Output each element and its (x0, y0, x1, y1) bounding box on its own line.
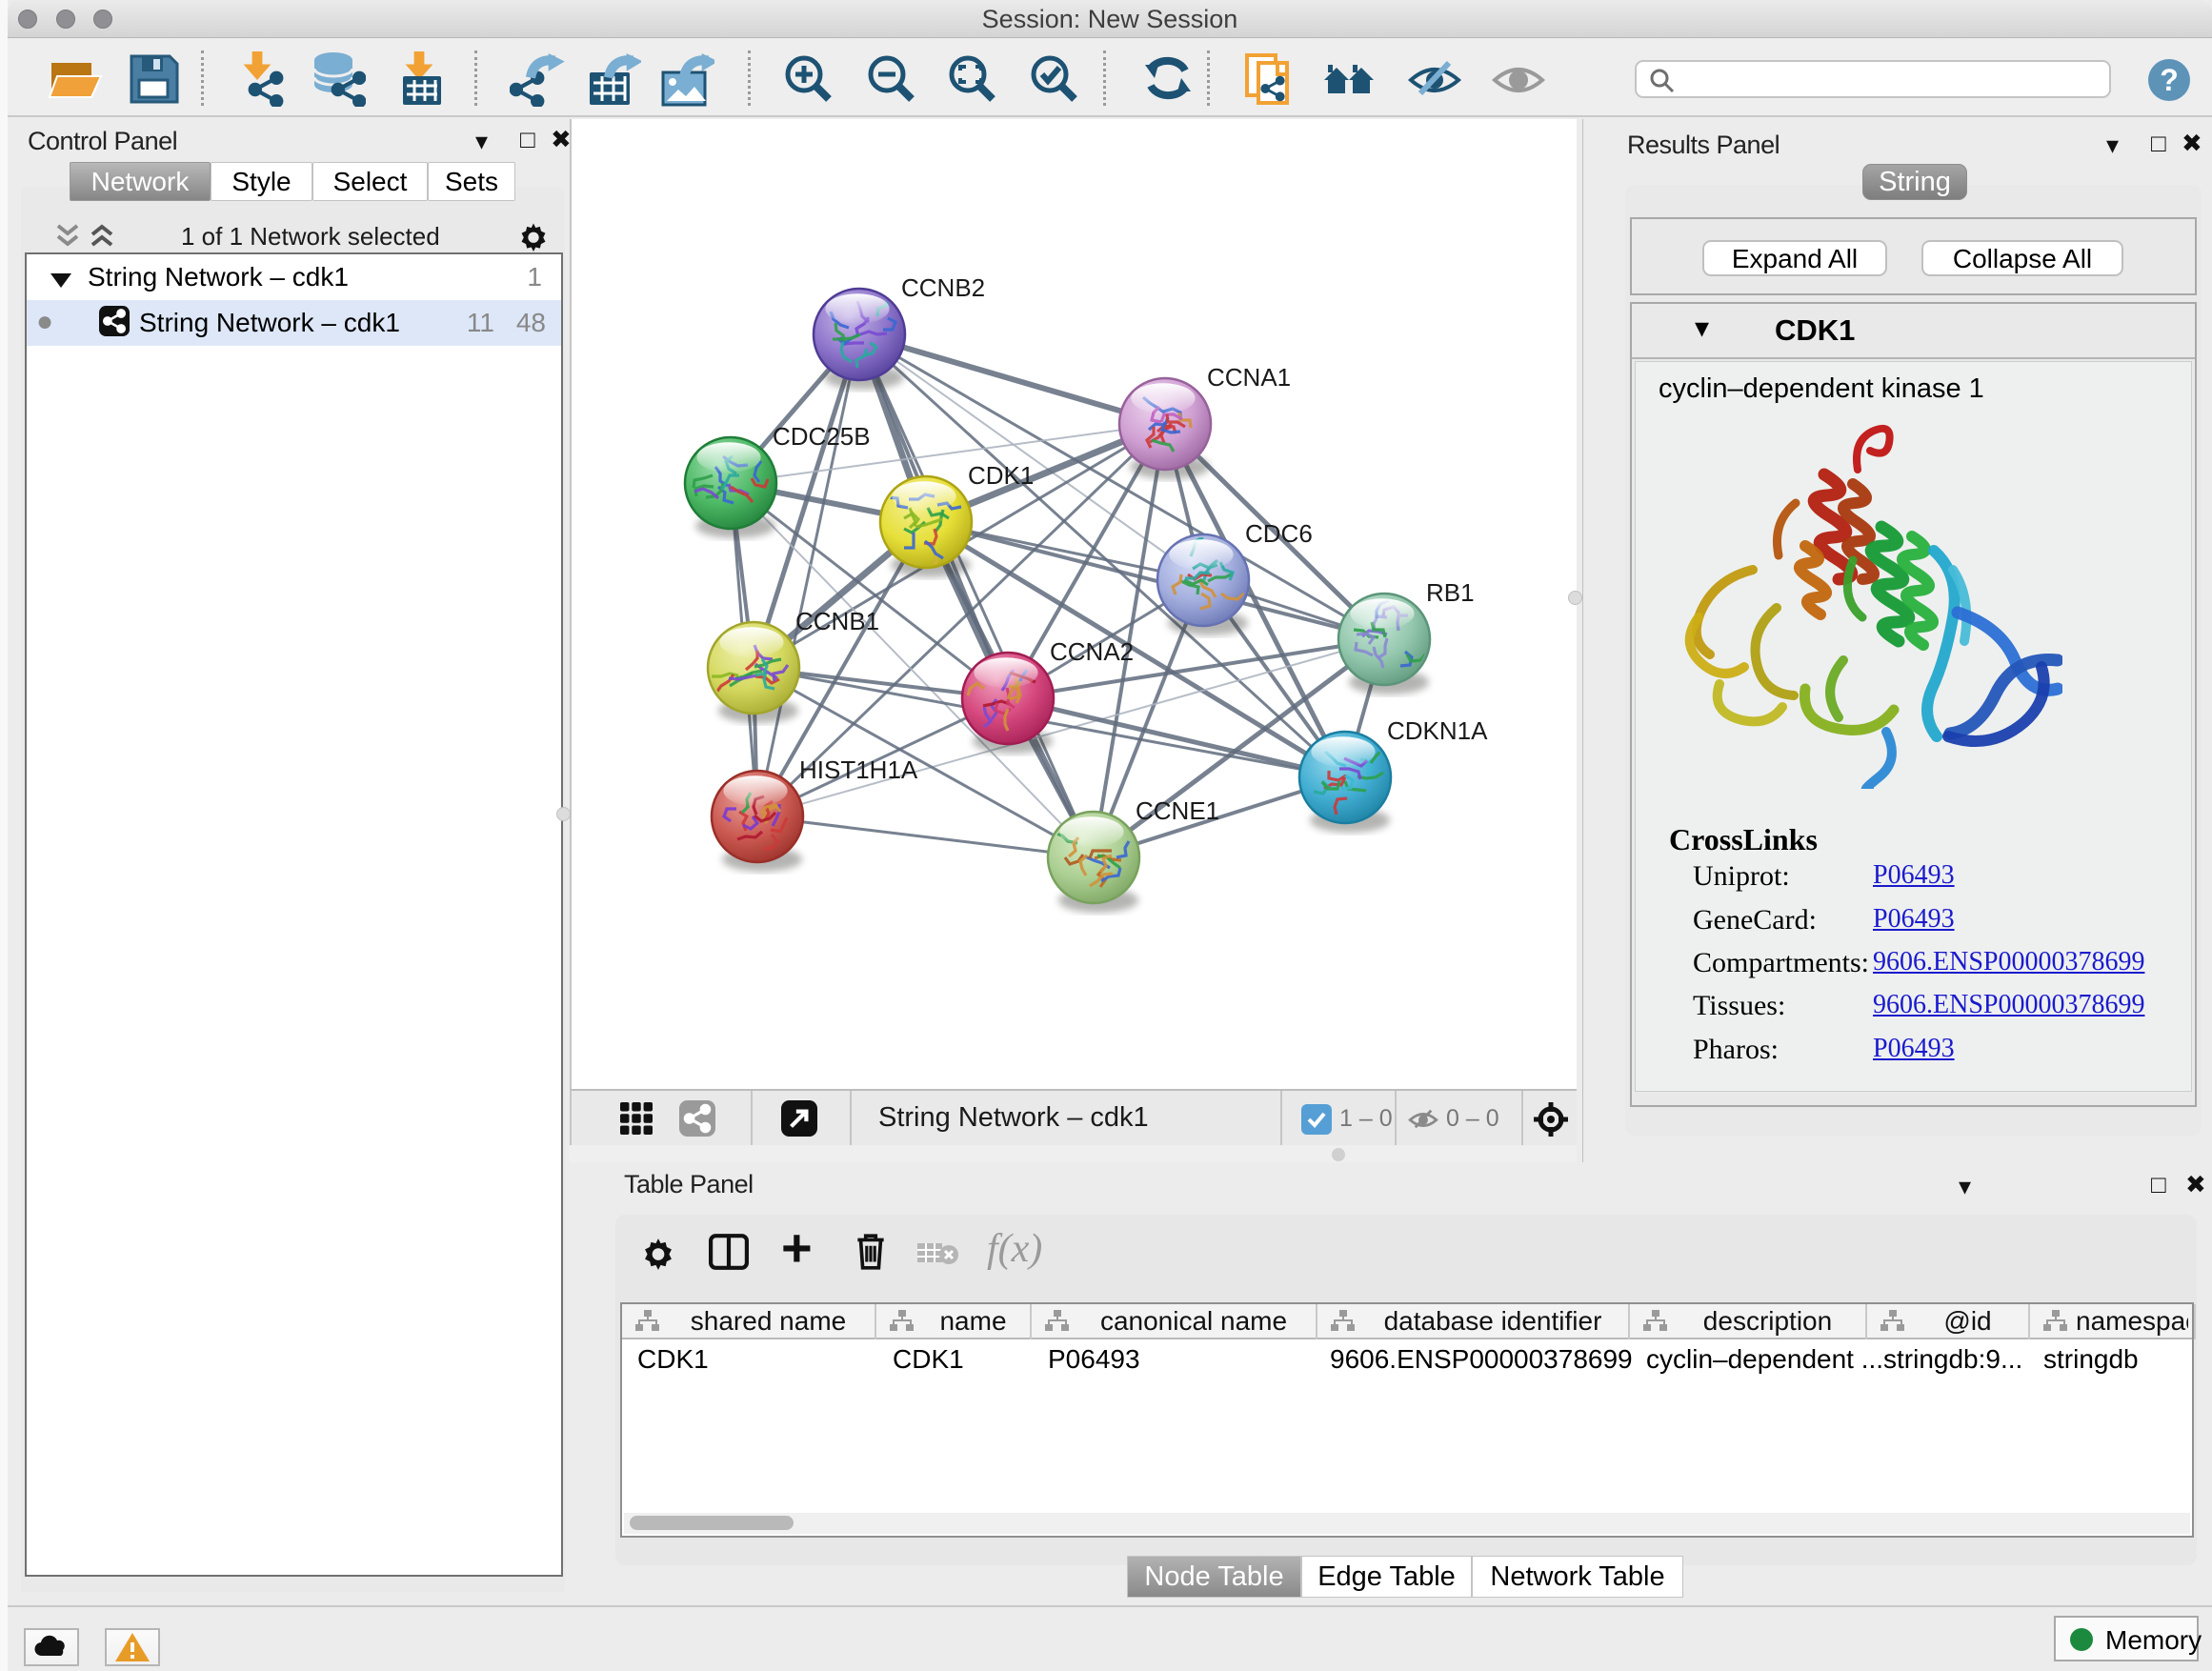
svg-text:CDC25B: CDC25B (773, 422, 871, 451)
svg-text:CDC6: CDC6 (1245, 519, 1313, 548)
svg-text:RB1: RB1 (1426, 578, 1475, 607)
svg-text:HIST1H1A: HIST1H1A (799, 755, 918, 784)
svg-text:?: ? (2160, 63, 2179, 97)
svg-text:CCNB2: CCNB2 (901, 273, 985, 302)
svg-text:CDK1: CDK1 (968, 461, 1034, 490)
svg-text:CCNB1: CCNB1 (795, 607, 879, 635)
svg-text:CCNE1: CCNE1 (1136, 796, 1219, 825)
svg-text:CCNA2: CCNA2 (1050, 637, 1134, 666)
svg-text:CDKN1A: CDKN1A (1387, 716, 1488, 745)
svg-text:CCNA1: CCNA1 (1207, 363, 1291, 392)
